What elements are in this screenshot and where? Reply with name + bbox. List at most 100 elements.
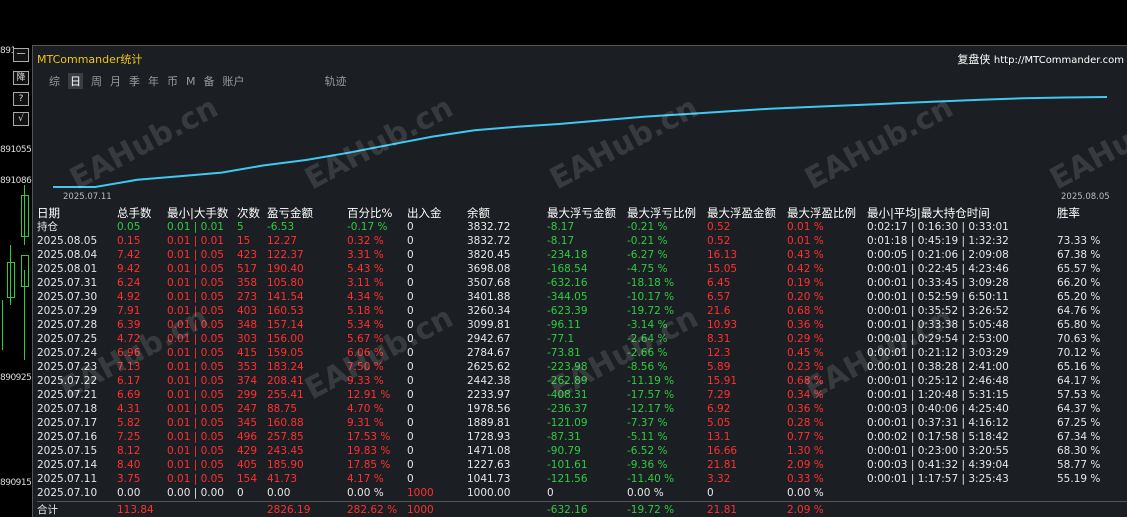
table-cell: 3698.08 <box>467 263 511 275</box>
table-cell: 2442.38 <box>467 375 511 387</box>
table-cell: -11.19 % <box>627 375 675 387</box>
table-cell: 183.24 <box>267 361 304 373</box>
table-row[interactable]: 2025.07.22 6.17 0.01 | 0.05 374 208.41 9.33 %… <box>37 374 1127 388</box>
table-cell: 4.34 % <box>347 291 384 303</box>
tab-7[interactable]: M <box>186 75 196 88</box>
table-cell: 1000 <box>407 504 434 516</box>
tab-1[interactable]: 日 <box>68 73 83 89</box>
tab-5[interactable]: 年 <box>148 73 159 89</box>
balance-curve-svg <box>41 91 1111 189</box>
table-cell: -0.21 % <box>627 221 668 233</box>
table-row[interactable]: 2025.07.24 6.96 0.01 | 0.05 415 159.05 6.06 %… <box>37 346 1127 360</box>
table-cell: 0:00:01 | 0:38:28 | 2:41:00 <box>867 361 1009 373</box>
candle-wick <box>2 300 3 350</box>
table-cell: 423 <box>237 249 258 261</box>
table-cell: 6.69 <box>117 389 141 401</box>
table-cell: 2025.07.30 <box>37 291 98 303</box>
table-row[interactable]: 2025.07.11 3.75 0.01 | 0.05 154 41.73 4.17 % 0… <box>37 472 1127 486</box>
table-cell: 0:00:01 | 1:17:57 | 3:25:43 <box>867 473 1009 485</box>
table-cell: 0 <box>407 305 414 317</box>
table-cell: 胜率 <box>1057 206 1080 220</box>
table-cell: 0.00 | 0.00 <box>167 487 224 499</box>
table-row[interactable]: 2025.07.14 8.40 0.01 | 0.05 405 185.90 17.85 … <box>37 458 1127 472</box>
chart-start-date: 2025.07.11 <box>63 192 112 202</box>
table-row[interactable]: 2025.08.05 0.15 0.01 | 0.01 15 12.27 0.32 % 0 3… <box>37 234 1127 248</box>
table-cell: 15.91 <box>707 375 738 387</box>
table-cell: 13.1 <box>707 431 731 443</box>
table-row[interactable]: 2025.07.29 7.91 0.01 | 0.05 403 160.53 5.18 %… <box>37 304 1127 318</box>
table-cell: 2.09 % <box>787 459 824 471</box>
table-cell: 405 <box>237 459 258 471</box>
table-cell: 5.67 % <box>347 333 384 345</box>
table-cell: 65.80 % <box>1057 319 1101 331</box>
tab-2[interactable]: 周 <box>91 73 102 89</box>
table-cell: 0 <box>407 291 414 303</box>
tab-4[interactable]: 季 <box>129 73 140 89</box>
minimize-button[interactable]: 一 <box>13 48 29 62</box>
table-cell: 4.92 <box>117 291 141 303</box>
tab-10[interactable]: 轨迹 <box>325 73 347 89</box>
table-cell: 0.00 <box>117 487 141 499</box>
table-row[interactable]: 2025.07.30 4.92 0.01 | 0.05 273 141.54 4.34 %… <box>37 290 1127 304</box>
table-cell: 4.72 <box>117 333 141 345</box>
table-row[interactable]: 2025.07.16 7.25 0.01 | 0.05 496 257.85 17.53 … <box>37 430 1127 444</box>
table-cell: -101.61 <box>547 459 588 471</box>
toolbar-button[interactable]: 降 <box>13 71 29 85</box>
table-cell: 7.29 <box>707 389 731 401</box>
table-cell: -168.54 <box>547 263 588 275</box>
table-cell: 0:00:01 | 0:22:45 | 4:23:46 <box>867 263 1009 275</box>
help-button[interactable]: ? <box>13 92 29 106</box>
table-cell: 0.01 | 0.05 <box>167 417 224 429</box>
brand-url[interactable]: http://MTCommander.com <box>994 55 1124 66</box>
table-cell: 最大浮亏金额 <box>547 206 616 220</box>
table-row[interactable]: 2025.07.15 8.12 0.01 | 0.05 429 243.45 19.83 … <box>37 444 1127 458</box>
table-cell: 7.25 <box>117 431 141 443</box>
tab-6[interactable]: 币 <box>167 73 178 89</box>
table-cell: 0.36 % <box>787 403 824 415</box>
table-cell: -632.16 <box>547 504 588 516</box>
table-cell: 0.19 % <box>787 277 824 289</box>
table-cell: 429 <box>237 445 258 457</box>
table-row[interactable]: 2025.07.10 0.00 0.00 | 0.00 0 0.00 0.00 % 1000… <box>37 486 1127 500</box>
tab-3[interactable]: 月 <box>110 73 121 89</box>
holding-row[interactable]: 持仓 0.05 0.01 | 0.01 5 -6.53 -0.17 % 0 3832.72 -8… <box>37 220 1127 234</box>
brand-name: 复盘侠 <box>957 53 991 66</box>
table-header[interactable]: 日期 总手数 最小|大手数 次数 盈亏金额 百分比% 出入金 余额 最大浮亏金额 最大浮亏比例 最大… <box>37 206 1127 220</box>
table-row[interactable]: 2025.07.21 6.69 0.01 | 0.05 299 255.41 12.91 … <box>37 388 1127 402</box>
table-cell: 21.81 <box>707 504 738 516</box>
table-cell: 2025.07.22 <box>37 375 98 387</box>
check-button[interactable]: √ <box>13 112 29 126</box>
table-cell: -5.11 % <box>627 431 668 443</box>
table-cell: 0.43 % <box>787 249 824 261</box>
table-cell: 0.01 | 0.05 <box>167 361 224 373</box>
table-cell: 6.17 <box>117 375 141 387</box>
statistics-window: MTCommander统计 复盘侠 http://MTCommander.com… <box>32 45 1127 517</box>
table-row[interactable]: 2025.07.31 6.24 0.01 | 0.05 358 105.80 3.11 %… <box>37 276 1127 290</box>
tab-8[interactable]: 备 <box>204 73 215 89</box>
table-cell: 2784.67 <box>467 347 511 359</box>
table-cell: 21.81 <box>707 459 738 471</box>
table-cell: 6.06 % <box>347 347 384 359</box>
table-cell: 0:00:01 | 0:29:54 | 2:53:00 <box>867 333 1009 345</box>
table-row[interactable]: 2025.08.04 7.42 0.01 | 0.05 423 122.37 3.31 %… <box>37 248 1127 262</box>
total-row[interactable]: 合计 113.84 2826.19 282.62 % 1000 -632.16 -19.72… <box>37 503 1127 517</box>
table-cell: 88.75 <box>267 403 298 415</box>
title-bar[interactable]: MTCommander统计 复盘侠 http://MTCommander.com <box>33 46 1127 68</box>
tab-9[interactable]: 账户 <box>223 73 245 89</box>
table-cell: 1728.93 <box>467 431 511 443</box>
table-cell: 0 <box>407 347 414 359</box>
table-cell: 2.09 % <box>787 504 824 516</box>
table-cell: 0.01 % <box>787 235 824 247</box>
table-cell: 0 <box>407 361 414 373</box>
table-row[interactable]: 2025.08.01 9.42 0.01 | 0.05 517 190.40 5.43 %… <box>37 262 1127 276</box>
table-cell: 8.12 <box>117 445 141 457</box>
table-row[interactable]: 2025.07.25 4.72 0.01 | 0.05 303 156.00 5.67 %… <box>37 332 1127 346</box>
tab-0[interactable]: 综 <box>49 73 60 89</box>
table-row[interactable]: 2025.07.28 6.39 0.01 | 0.05 348 157.14 5.34 %… <box>37 318 1127 332</box>
table-row[interactable]: 2025.07.23 7.13 0.01 | 0.05 353 183.24 7.50 %… <box>37 360 1127 374</box>
table-cell: 0.45 % <box>787 347 824 359</box>
table-cell: 0.01 | 0.05 <box>167 249 224 261</box>
table-cell: 8.40 <box>117 459 141 471</box>
table-row[interactable]: 2025.07.17 5.82 0.01 | 0.05 345 160.88 9.31 %… <box>37 416 1127 430</box>
table-row[interactable]: 2025.07.18 4.31 0.01 | 0.05 247 88.75 4.70 % 0… <box>37 402 1127 416</box>
